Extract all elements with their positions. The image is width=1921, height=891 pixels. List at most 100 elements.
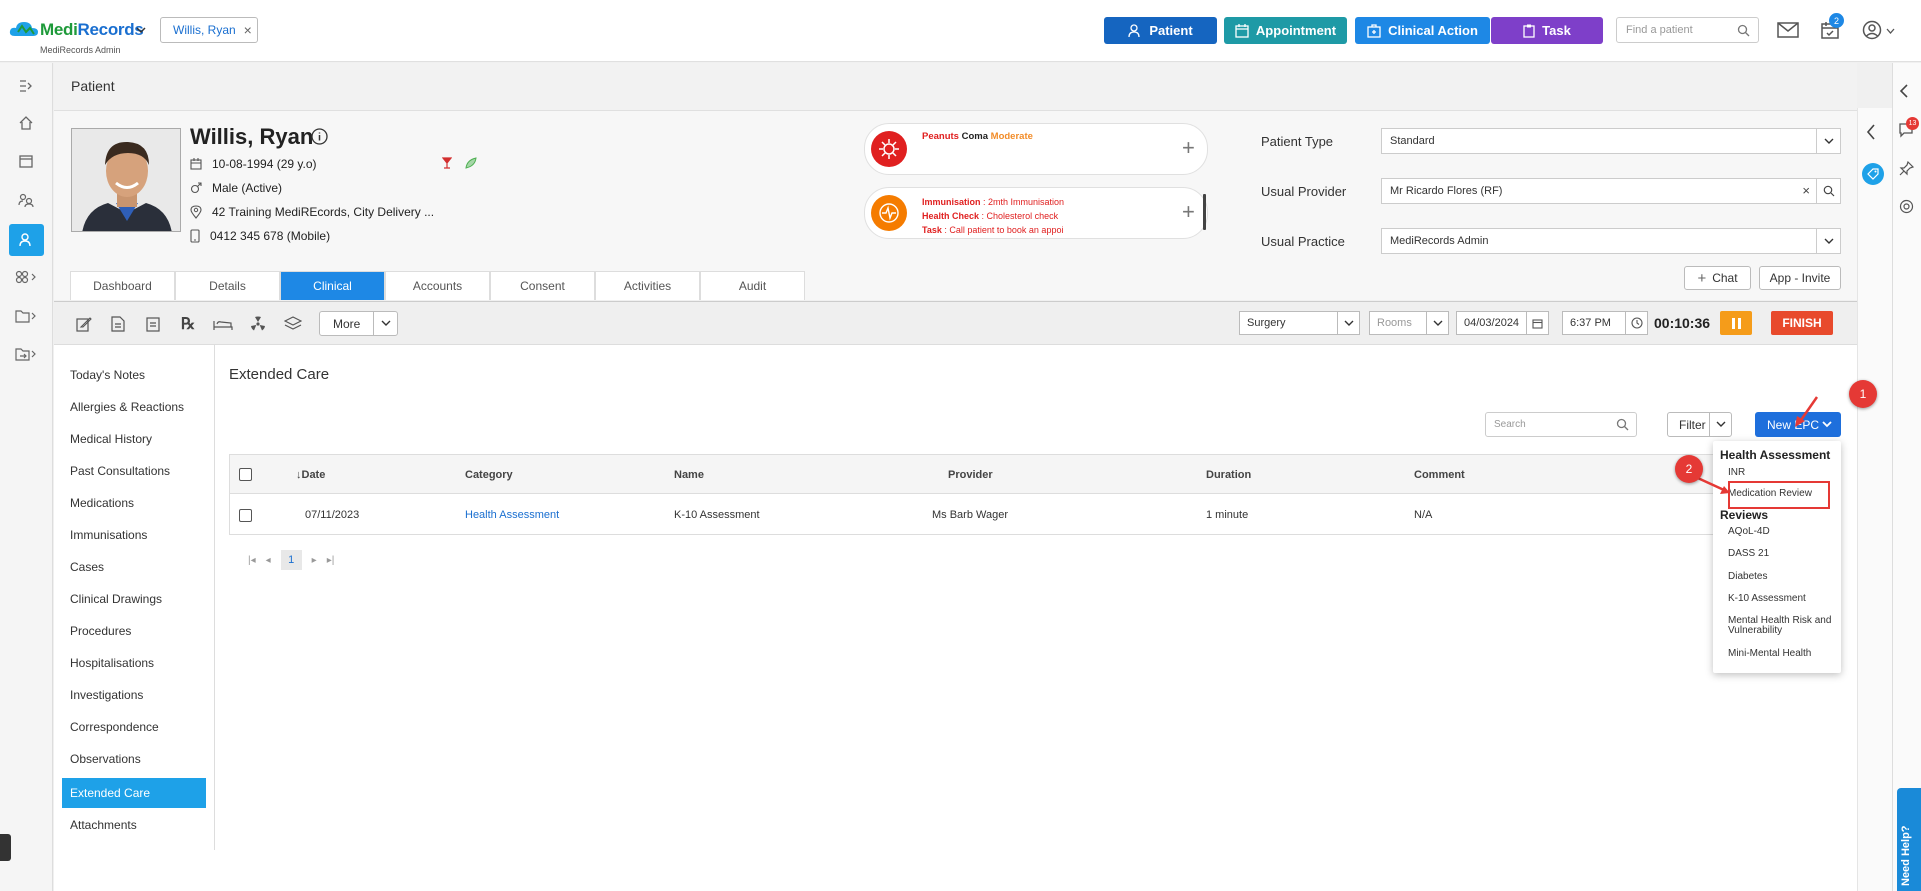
users-group-icon[interactable]	[13, 187, 39, 213]
clock-icon[interactable]	[1625, 312, 1647, 334]
table-row[interactable]: 07/11/2023 Health Assessment K-10 Assess…	[229, 494, 1841, 535]
expand-menu-icon[interactable]	[13, 73, 39, 99]
layers-icon[interactable]	[282, 313, 304, 335]
prescription-icon[interactable]: ℞	[177, 313, 199, 335]
column-header-date[interactable]: ↓Date	[296, 469, 325, 481]
finish-button[interactable]: FINISH	[1771, 311, 1833, 335]
column-header-provider[interactable]: Provider	[948, 469, 993, 481]
chevron-down-icon[interactable]	[1816, 129, 1840, 153]
search-icon[interactable]	[1816, 179, 1840, 203]
chevron-left-icon[interactable]	[1899, 84, 1909, 98]
calendar-icon[interactable]	[13, 148, 39, 174]
menu-item-mental-health-risk[interactable]: Mental Health Risk and Vulnerability	[1728, 616, 1838, 636]
menu-item-diabetes[interactable]: Diabetes	[1728, 572, 1838, 582]
last-page-icon[interactable]: ▸|	[327, 555, 335, 566]
app-logo[interactable]: MediRecords	[40, 20, 144, 40]
sidenav-item-hospitalisations[interactable]: Hospitalisations	[62, 648, 206, 678]
sidenav-item-observations[interactable]: Observations	[62, 744, 206, 774]
clear-icon[interactable]: ×	[1802, 183, 1810, 198]
folder-icon[interactable]	[13, 303, 39, 329]
document-icon[interactable]	[107, 313, 129, 335]
sidenav-item-extended-care[interactable]: Extended Care	[62, 778, 206, 808]
clinical-action-button[interactable]: Clinical Action	[1355, 17, 1490, 44]
reminders-card[interactable]: Immunisation : 2mth Immunisation Health …	[864, 187, 1208, 239]
cloud-logo-icon[interactable]	[9, 20, 39, 38]
row-category-link[interactable]: Health Assessment	[465, 509, 559, 521]
tab-consent[interactable]: Consent	[490, 271, 595, 300]
edit-note-icon[interactable]	[73, 313, 95, 335]
need-help-tab[interactable]: Need Help?	[1897, 788, 1921, 891]
at-sign-icon[interactable]	[1899, 199, 1914, 214]
folder-export-icon[interactable]	[13, 341, 39, 367]
tab-clinical[interactable]: Clinical	[280, 271, 385, 300]
chevron-down-icon[interactable]	[136, 26, 146, 34]
menu-item-mini-mental-health[interactable]: Mini-Mental Health	[1728, 649, 1838, 659]
sidenav-item-todays-notes[interactable]: Today's Notes	[62, 360, 206, 390]
sidenav-item-cases[interactable]: Cases	[62, 552, 206, 582]
close-icon[interactable]: ×	[244, 22, 252, 38]
side-toggle-tab[interactable]	[0, 834, 11, 861]
pause-button[interactable]	[1720, 311, 1752, 335]
radiation-icon[interactable]	[247, 313, 269, 335]
extended-care-search-input[interactable]: Search	[1485, 412, 1637, 437]
usual-practice-select[interactable]: MediRecords Admin	[1381, 228, 1841, 254]
tab-details[interactable]: Details	[175, 271, 280, 300]
tab-activities[interactable]: Activities	[595, 271, 700, 300]
page-number-button[interactable]: 1	[280, 550, 302, 570]
date-input[interactable]: 04/03/2024	[1456, 311, 1549, 335]
column-header-comment[interactable]: Comment	[1414, 469, 1465, 481]
tag-icon[interactable]	[1862, 163, 1884, 185]
allergy-card[interactable]: Peanuts Coma Moderate +	[864, 123, 1208, 175]
sidenav-item-medical-history[interactable]: Medical History	[62, 424, 206, 454]
sidenav-item-allergies[interactable]: Allergies & Reactions	[62, 392, 206, 422]
more-dropdown[interactable]: More	[319, 311, 398, 336]
user-account-icon[interactable]	[1862, 20, 1882, 40]
app-invite-button[interactable]: App - Invite	[1759, 266, 1841, 290]
menu-item-aqol-4d[interactable]: AQoL-4D	[1728, 527, 1838, 537]
new-patient-button[interactable]: Patient	[1104, 17, 1217, 44]
pin-icon[interactable]	[1899, 161, 1914, 176]
home-icon[interactable]	[13, 110, 39, 136]
find-patient-input[interactable]: Find a patient	[1616, 17, 1759, 43]
row-checkbox[interactable]	[239, 509, 252, 522]
sidenav-item-immunisations[interactable]: Immunisations	[62, 520, 206, 550]
rooms-select[interactable]: Rooms	[1369, 311, 1449, 335]
first-page-icon[interactable]: |◂	[248, 555, 256, 566]
modules-icon[interactable]	[13, 264, 39, 290]
location-select[interactable]: Surgery	[1239, 311, 1360, 335]
chevron-down-icon[interactable]	[1886, 28, 1895, 34]
sidenav-item-past-consultations[interactable]: Past Consultations	[62, 456, 206, 486]
chevron-down-icon[interactable]	[1426, 312, 1448, 334]
sidenav-item-medications[interactable]: Medications	[62, 488, 206, 518]
menu-item-k10-assessment[interactable]: K-10 Assessment	[1728, 594, 1838, 604]
chevron-down-icon[interactable]	[1816, 229, 1840, 253]
patient-type-select[interactable]: Standard	[1381, 128, 1841, 154]
sidenav-item-correspondence[interactable]: Correspondence	[62, 712, 206, 742]
patient-icon[interactable]	[13, 227, 39, 253]
time-input[interactable]: 6:37 PM	[1562, 311, 1648, 335]
sidenav-item-attachments[interactable]: Attachments	[62, 810, 206, 840]
sidenav-item-procedures[interactable]: Procedures	[62, 616, 206, 646]
column-header-duration[interactable]: Duration	[1206, 469, 1251, 481]
sidenav-item-clinical-drawings[interactable]: Clinical Drawings	[62, 584, 206, 614]
column-header-name[interactable]: Name	[674, 469, 704, 481]
mail-icon[interactable]	[1777, 22, 1799, 38]
usual-provider-input[interactable]: Mr Ricardo Flores (RF) ×	[1381, 178, 1841, 204]
clipboard-list-icon[interactable]	[142, 313, 164, 335]
add-reminder-icon[interactable]: +	[1182, 201, 1195, 223]
prev-page-icon[interactable]: ◂	[266, 555, 271, 566]
new-appointment-button[interactable]: Appointment	[1224, 17, 1347, 44]
tab-audit[interactable]: Audit	[700, 271, 805, 300]
reminders-scrollbar[interactable]	[1203, 194, 1206, 230]
new-task-button[interactable]: Task	[1491, 17, 1603, 44]
tab-dashboard[interactable]: Dashboard	[70, 271, 175, 300]
chevron-down-icon[interactable]	[373, 312, 397, 335]
add-allergy-icon[interactable]: +	[1182, 137, 1195, 159]
next-page-icon[interactable]: ▸	[312, 555, 317, 566]
open-patient-tab[interactable]: Willis, Ryan ×	[160, 17, 258, 43]
select-all-checkbox[interactable]	[239, 468, 252, 481]
column-header-category[interactable]: Category	[465, 469, 513, 481]
bed-icon[interactable]	[212, 313, 234, 335]
menu-item-dass-21[interactable]: DASS 21	[1728, 549, 1838, 559]
chevron-down-icon[interactable]	[1337, 312, 1359, 334]
